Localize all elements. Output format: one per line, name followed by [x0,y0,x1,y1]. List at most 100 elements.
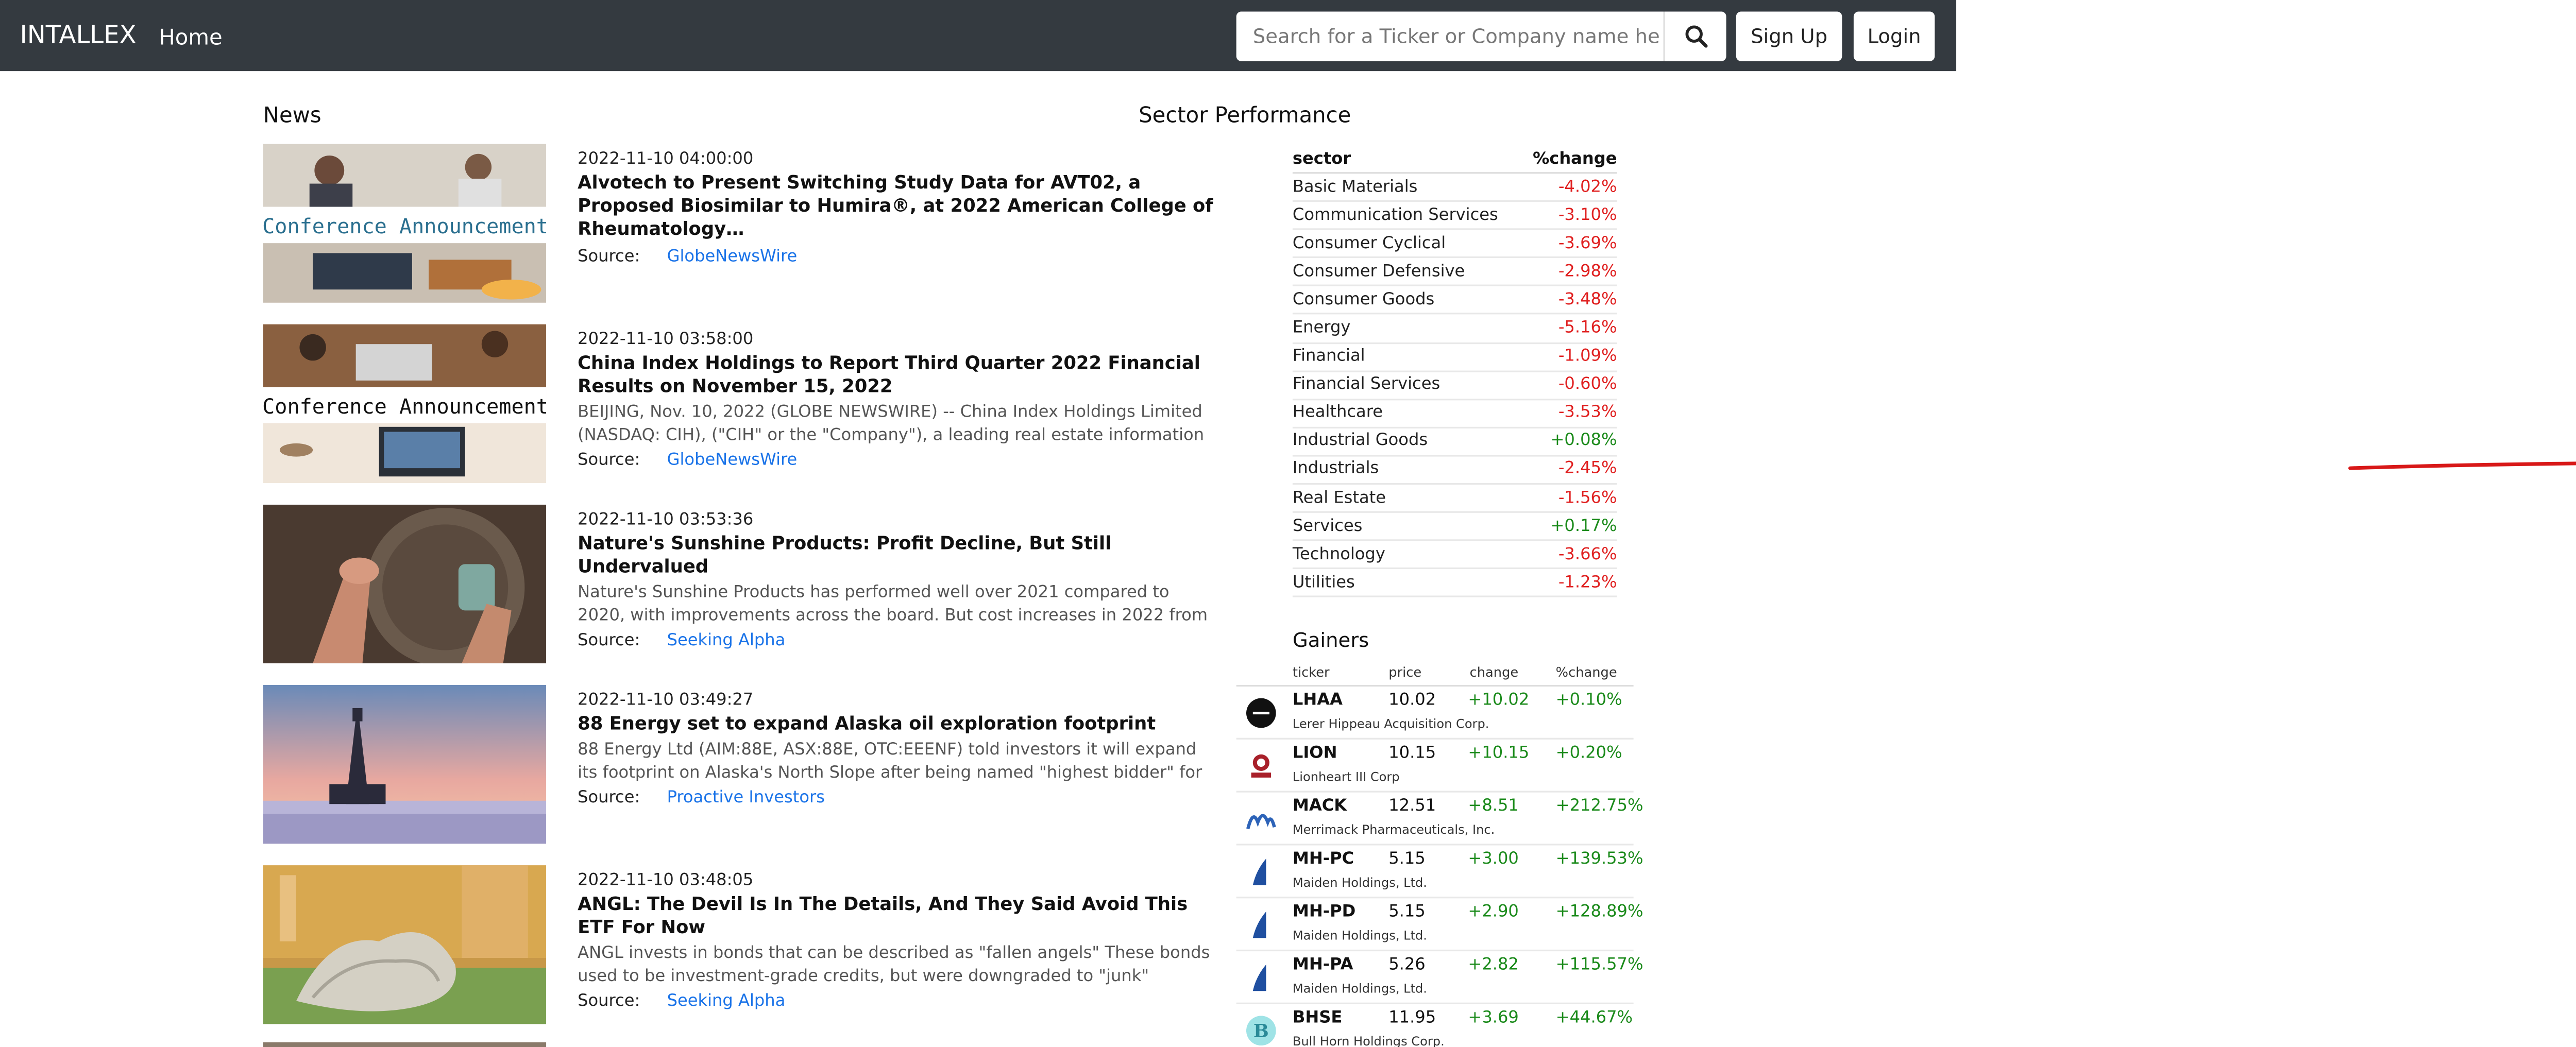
gainer-ticker[interactable]: LHAA [1293,692,1343,710]
gainer-company-name: Merrimack Pharmaceuticals, Inc. [1292,822,1495,837]
news-description: BEIJING, Nov. 10, 2022 (GLOBE NEWSWIRE) … [578,403,1205,445]
sector-name: Real Estate [1292,489,1386,507]
sector-row[interactable]: Industrial Goods +0.08% [1292,428,1617,457]
gainer-change: +3.69 [1468,1009,1519,1027]
sector-name: Services [1292,517,1363,536]
gainer-row[interactable]: MACK 12.51 +8.51 +212.75% Merrimack Phar… [1236,793,1643,846]
sector-change: -3.69% [1558,234,1617,253]
gainers-table-header: ticker price change %change [1236,662,1634,687]
gainer-price: 11.95 [1388,1009,1436,1027]
sector-row[interactable]: Financial Services -0.60% [1292,372,1617,400]
gainer-row[interactable]: MH-PA 5.26 +2.82 +115.57% Maiden Holding… [1236,951,1643,1004]
news-thumbnail-partial[interactable] [263,1042,547,1047]
sector-row[interactable]: Services +0.17% [1292,513,1617,542]
news-item[interactable]: Conference Announcement 2022-11-10 04:00… [263,144,1215,306]
gainer-row[interactable]: LHAA 10.02 +10.02 +0.10% Lerer Hippeau A… [1236,686,1634,740]
news-item[interactable]: Conference Announcement 2022-11-10 03:58… [263,324,1215,487]
news-date: 2022-11-10 03:53:36 [578,511,754,529]
gainer-company-name: Bull Horn Holdings Corp. [1292,1034,1445,1047]
sector-row[interactable]: Consumer Cyclical -3.69% [1292,230,1617,259]
gainer-row[interactable]: MH-PC 5.15 +3.00 +139.53% Maiden Holding… [1236,846,1643,899]
sector-row[interactable]: Utilities -1.23% [1292,570,1617,598]
news-text: 2022-11-10 03:53:36 Nature's Sunshine Pr… [578,509,1215,653]
sector-change: -2.98% [1558,263,1617,281]
sector-row[interactable]: Consumer Defensive -2.98% [1292,259,1617,287]
sign-up-button[interactable]: Sign Up [1736,11,1842,61]
news-title[interactable]: Alvotech to Present Switching Study Data… [578,172,1215,242]
gainer-ticker[interactable]: MH-PC [1293,850,1354,868]
bull-horn-logo: B [1246,1016,1276,1046]
search-input[interactable] [1236,11,1660,61]
column-header-price: price [1388,665,1422,680]
source-link[interactable]: Seeking Alpha [667,992,786,1010]
news-item[interactable]: 2022-11-10 03:48:05 ANGL: The Devil Is I… [263,865,1215,1027]
sector-change: -3.66% [1558,545,1617,564]
sector-change: -1.56% [1558,489,1617,507]
news-text: 2022-11-10 03:58:00 China Index Holdings… [578,329,1215,473]
news-thumbnail-photo[interactable] [263,865,547,1024]
sector-change: -3.53% [1558,404,1617,423]
sector-row[interactable]: Technology -3.66% [1292,541,1617,570]
news-heading: News [263,104,321,129]
news-text: 2022-11-10 03:48:05 ANGL: The Devil Is I… [578,870,1215,1014]
gainer-ticker[interactable]: BHSE [1293,1009,1342,1027]
nav-home-link[interactable]: Home [159,26,222,51]
news-thumbnail-photo[interactable] [263,504,547,664]
sector-change: -4.02% [1558,178,1617,196]
login-button[interactable]: Login [1853,11,1935,61]
source-link[interactable]: GlobeNewsWire [667,248,798,266]
column-header-change: %change [1533,149,1617,168]
gainer-price: 10.02 [1388,691,1436,710]
sector-row[interactable]: Industrials -2.45% [1292,456,1617,485]
gainer-percent-change: +44.67% [1555,1009,1633,1027]
sector-row[interactable]: Communication Services -3.10% [1292,202,1617,231]
news-thumbnail-conference[interactable]: Conference Announcement [263,144,547,303]
gainer-ticker[interactable]: MH-PA [1293,956,1353,974]
news-title[interactable]: China Index Holdings to Report Third Qua… [578,352,1215,399]
news-description: Nature's Sunshine Products has performed… [578,583,1208,626]
sector-change: -0.60% [1558,375,1617,394]
maiden-sail-logo [1246,963,1276,993]
gainer-ticker[interactable]: LION [1293,745,1337,763]
gainer-row[interactable]: B BHSE 11.95 +3.69 +44.67% Bull Horn Hol… [1236,1004,1634,1047]
news-thumbnail-photo[interactable] [263,684,547,844]
news-item[interactable]: 2022-11-10 03:53:36 Nature's Sunshine Pr… [263,504,1215,667]
gainer-company-name: Lionheart III Corp [1292,769,1400,784]
gainer-change: +8.51 [1468,797,1519,816]
news-date: 2022-11-10 03:48:05 [578,871,754,890]
sector-change: -1.23% [1558,574,1617,592]
sector-name: Consumer Defensive [1292,263,1465,281]
brand-logo[interactable]: INTALLEX [20,20,137,50]
gainer-company-name: Maiden Holdings, Ltd. [1292,928,1427,943]
sector-change: -2.45% [1558,460,1617,479]
sector-change: +0.17% [1550,517,1617,536]
sector-row[interactable]: Basic Materials -4.02% [1292,174,1617,202]
news-source: Source: Seeking Alpha [578,630,1215,654]
sector-row[interactable]: Energy -5.16% [1292,315,1617,344]
source-link[interactable]: Seeking Alpha [667,632,786,650]
news-title[interactable]: ANGL: The Devil Is In The Details, And T… [578,894,1215,940]
sector-row[interactable]: Healthcare -3.53% [1292,400,1617,428]
news-title[interactable]: 88 Energy set to expand Alaska oil explo… [578,713,1215,736]
source-link[interactable]: Proactive Investors [667,789,825,807]
gainer-percent-change: +0.10% [1555,691,1622,710]
gainer-company-name: Maiden Holdings, Ltd. [1292,981,1427,996]
sector-row[interactable]: Real Estate -1.56% [1292,485,1617,513]
search-box [1236,11,1726,61]
gainer-row[interactable]: LION 10.15 +10.15 +0.20% Lionheart III C… [1236,740,1634,793]
sector-row[interactable]: Financial -1.09% [1292,344,1617,372]
gainer-row[interactable]: MH-PD 5.15 +2.90 +128.89% Maiden Holding… [1236,898,1643,952]
gainer-ticker[interactable]: MACK [1293,797,1347,815]
sector-performance-table: sector %change Basic Materials -4.02% Com… [1292,146,1617,598]
news-thumbnail-conference[interactable]: Conference Announcement [263,324,547,484]
top-navbar: INTALLEX Home Sign Up Login [0,0,1957,72]
sector-row[interactable]: Consumer Goods -3.48% [1292,287,1617,315]
sector-table-header: sector %change [1292,146,1617,174]
news-item[interactable]: 2022-11-10 03:49:27 88 Energy set to exp… [263,684,1215,847]
news-title[interactable]: Nature's Sunshine Products: Profit Decli… [578,533,1215,579]
source-link[interactable]: GlobeNewsWire [667,452,798,470]
search-button[interactable] [1663,11,1726,61]
sector-name: Basic Materials [1292,178,1418,196]
gainer-ticker[interactable]: MH-PD [1293,903,1355,921]
column-header-percent-change: %change [1555,665,1617,680]
